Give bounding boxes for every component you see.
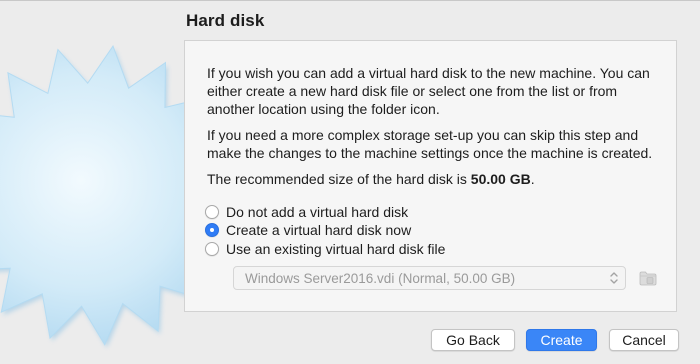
starburst-graphic [0,0,200,364]
recommended-size-prefix: The recommended size of the hard disk is [207,171,471,187]
recommended-size-suffix: . [530,171,535,187]
option-label: Do not add a virtual hard disk [226,204,409,220]
go-back-button[interactable]: Go Back [431,329,515,351]
intro-paragraph: If you wish you can add a virtual hard d… [207,65,650,117]
option-no-disk[interactable]: Do not add a virtual hard disk [205,203,408,221]
disk-file-select[interactable]: Windows Server2016.vdi (Normal, 50.00 GB… [233,266,626,290]
radio-button[interactable] [205,242,219,256]
radio-button[interactable] [205,205,219,219]
create-button[interactable]: Create [526,329,597,351]
disk-file-select-value: Windows Server2016.vdi (Normal, 50.00 GB… [245,271,516,286]
option-create-disk[interactable]: Create a virtual hard disk now [205,221,411,239]
option-label: Use an existing virtual hard disk file [226,241,446,257]
page-title: Hard disk [186,11,265,30]
cancel-button[interactable]: Cancel [609,329,679,351]
content-panel: If you wish you can add a virtual hard d… [184,40,677,312]
option-label: Create a virtual hard disk now [226,222,412,238]
folder-icon[interactable] [637,267,659,289]
chevron-up-down-icon [610,272,618,284]
radio-button[interactable] [205,223,219,237]
recommended-size-text: The recommended size of the hard disk is… [207,170,662,188]
storage-hint-paragraph: If you need a more complex storage set-u… [207,127,653,161]
recommended-size-value: 50.00 GB [470,171,531,187]
option-existing-disk[interactable]: Use an existing virtual hard disk file [205,240,445,258]
